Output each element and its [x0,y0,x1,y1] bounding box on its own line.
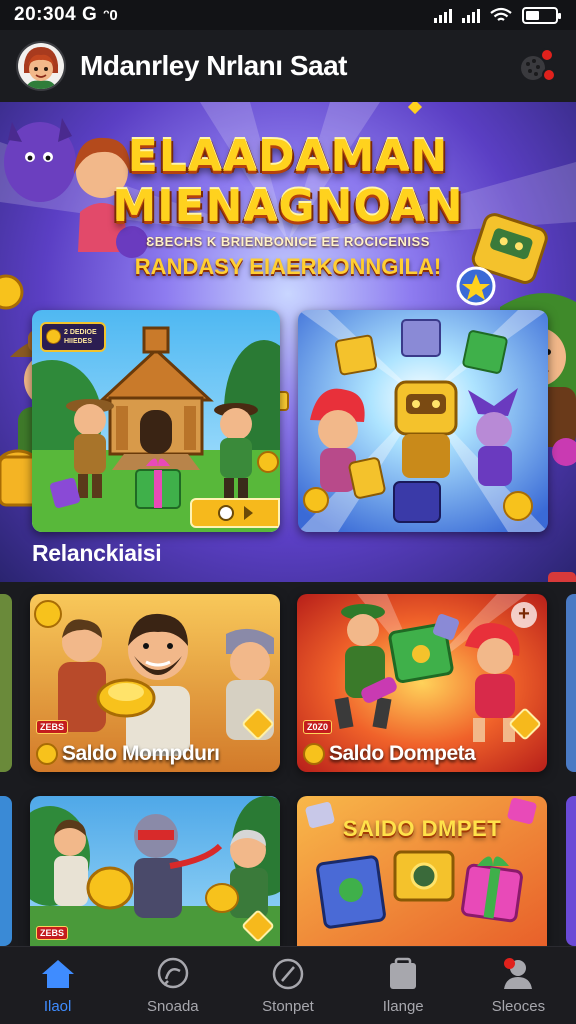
nav-item-compass[interactable]: Stonpet [230,947,345,1024]
nav-label: Ilange [382,998,424,1015]
status-time: 20:304 G [14,4,98,25]
home-icon [40,956,76,992]
promo-tag-text: 2 DEDIOE HIIEDES [64,329,97,345]
compass-icon [270,956,306,992]
card-badge: ZEBS [36,720,69,734]
coin-icon [46,329,61,344]
app-header: Mdanrley Nrlanı Saat [0,30,576,102]
coin-icon [36,743,58,765]
game-card-3[interactable]: ZEBS [30,796,280,946]
wifi-icon [490,7,512,21]
promo-tag: 2 DEDIOE HIIEDES [40,322,106,352]
heroes-artwork [298,310,548,532]
nav-item-profile[interactable]: Sleoces [461,947,576,1024]
hero-subtitle: ƐBECHS K BRIENBONICE EE ROCICENISS [146,234,430,249]
notification-badge-icon[interactable] [516,44,560,88]
carousel-edge-left [0,594,12,772]
carousel-edge-right [566,594,576,772]
hero-title-line1: ELAADAMAN [127,131,449,182]
avatar[interactable] [16,41,66,91]
add-button[interactable]: + [511,602,537,628]
featured-card-heroes[interactable] [298,310,548,532]
card-caption-text: Saldo Mompdurı [62,742,220,765]
nav-item-store[interactable]: Ilange [346,947,461,1024]
store-icon [385,956,421,992]
card-caption-text: Saldo Dompeta [329,742,476,765]
signal-icon-2 [462,7,480,23]
hero-title-line2: MIENAGNOAN [112,181,464,232]
game-card-2[interactable]: + Z0Z0 Saldo Dompeta [297,594,547,772]
status-bar: 20:304 G ᵔ0 [0,0,576,30]
app-title: Mdanrley Nrlanı Saat [80,50,347,81]
hero-title: ELAADAMAN MIENAGNOAN [0,132,576,232]
nav-label: Ilaol [43,998,72,1015]
carousel-edge-left-2 [0,796,12,946]
game-card-4[interactable]: SAIDO DMPET [297,796,547,946]
carousel-edge-right-2 [566,796,576,946]
play-button[interactable] [190,498,280,528]
nav-item-chat[interactable]: Snoada [115,947,230,1024]
section-label: Relanckiaisi [32,540,162,566]
signal-icon [434,7,452,23]
battery-icon [522,6,561,24]
status-extra: ᵔ0 [103,6,118,24]
profile-icon [500,956,536,992]
bottom-nav: Ilaol Snoada Stonpet Ilange Sleoces [0,946,576,1024]
hero-tagline: RANDASY EIAERKONNGILA! [134,254,442,279]
card-badge: ZEBS [36,926,69,940]
game-card-1[interactable]: ZEBS Saldo Mompdurı [30,594,280,772]
coin-icon [303,743,325,765]
play-icon [243,506,253,520]
nav-label: Stonpet [262,998,314,1015]
featured-card-temple[interactable]: 2 DEDIOE HIIEDES [32,310,280,532]
nav-label: Sleoces [491,998,546,1015]
card-caption: Saldo Dompeta [303,742,476,766]
card-caption: Saldo Mompdurı [36,742,220,766]
nav-label: Snoada [146,998,199,1015]
nav-item-home[interactable]: Ilaol [0,947,115,1024]
chat-icon [155,956,191,992]
card-badge: Z0Z0 [303,720,333,734]
card-banner-text: SAIDO DMPET [342,816,502,841]
clock-icon [217,505,234,521]
